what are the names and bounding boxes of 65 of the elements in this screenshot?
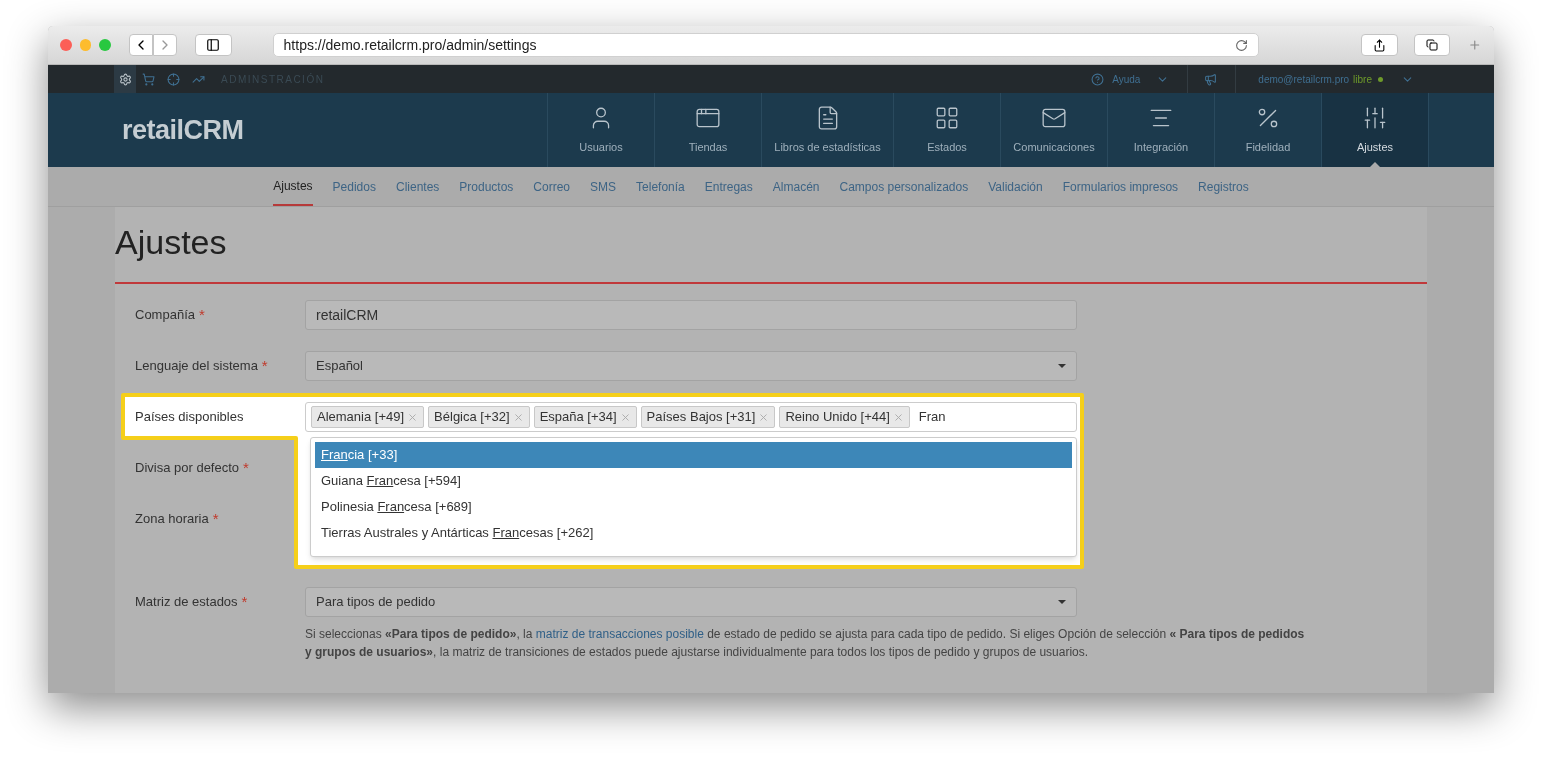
plan-label: libre xyxy=(1353,72,1372,87)
subnav-tab[interactable]: Campos personalizados xyxy=(839,167,969,206)
help-icon[interactable] xyxy=(1091,72,1105,86)
dropdown-option[interactable]: Francia [+33] xyxy=(315,442,1072,468)
logo[interactable]: retailCRM xyxy=(122,109,547,151)
subnav-tab[interactable]: Formularios impresos xyxy=(1062,167,1179,206)
nav-item[interactable]: Ajustes xyxy=(1322,93,1429,167)
country-tag: España [+34] xyxy=(533,406,637,428)
settings-icon[interactable] xyxy=(114,65,136,93)
share-button[interactable] xyxy=(1360,34,1398,56)
subnav-tab[interactable]: Productos xyxy=(459,167,514,206)
cart-icon[interactable] xyxy=(142,72,155,86)
tabs-button[interactable] xyxy=(1413,34,1451,56)
remove-icon[interactable] xyxy=(892,411,904,423)
dropdown-option[interactable]: Guiana Francesa [+594] xyxy=(315,468,1072,494)
remove-icon[interactable] xyxy=(407,411,419,423)
subnav-tab[interactable]: Validación xyxy=(988,167,1043,206)
megaphone-icon[interactable] xyxy=(1204,72,1218,86)
dropdown-option[interactable]: Polinesia Francesa [+689] xyxy=(315,494,1072,520)
new-tab-icon[interactable] xyxy=(1468,38,1482,52)
caret-icon xyxy=(1058,600,1066,604)
field-label: Divisa por defecto xyxy=(135,459,240,478)
forward-button[interactable] xyxy=(152,34,177,56)
required-mark: * xyxy=(261,355,268,376)
select-field[interactable]: Para tipos de pedido xyxy=(305,587,1077,617)
required-mark: * xyxy=(241,591,248,612)
caret-icon xyxy=(1058,364,1066,368)
subnav-tab[interactable]: Entregas xyxy=(704,167,753,206)
country-tag: Alemania [+49] xyxy=(311,406,425,428)
remove-icon[interactable] xyxy=(512,411,524,423)
sidebar-button[interactable] xyxy=(194,34,232,56)
back-button[interactable] xyxy=(128,34,153,56)
crosshair-icon[interactable] xyxy=(167,72,180,86)
country-tag: Países Bajos [+31] xyxy=(640,406,776,428)
company-field[interactable]: retailCRM xyxy=(305,300,1077,330)
country-tag: Reino Unido [+44] xyxy=(779,406,910,428)
field-label: Países disponibles xyxy=(135,408,244,427)
remove-icon[interactable] xyxy=(619,411,631,423)
remove-icon[interactable] xyxy=(758,411,770,423)
subnav-tab[interactable]: Registros xyxy=(1198,167,1249,206)
required-mark: * xyxy=(212,508,219,529)
user-email[interactable]: demo@retailcrm.pro xyxy=(1258,71,1350,87)
subnav-tab[interactable]: Pedidos xyxy=(332,167,376,206)
field-label: Matriz de estados xyxy=(135,593,238,612)
field-label: Compañía xyxy=(135,306,195,325)
search-text: Fran xyxy=(918,408,946,427)
close-window-icon[interactable] xyxy=(60,39,72,51)
tabs-icon xyxy=(1426,39,1439,51)
required-mark: * xyxy=(199,304,205,325)
reload-icon[interactable] xyxy=(1234,38,1248,52)
required-mark: * xyxy=(243,457,249,478)
minimize-window-icon[interactable] xyxy=(79,39,92,51)
sidebar-icon xyxy=(206,38,221,52)
help-text: Si seleccionas «Para tipos de pedido», la matriz de transacciones posible de estado de pedido se ajusta para cada tipo de pedido. Si eliges Opción de selección « Para tipos de pedidos y grupos de usuarios», la matriz de transiciones de estados puede ajustarse individualmente para todos los tipos de pedido y grupos de usuarios. xyxy=(305,626,1305,661)
maximize-window-icon[interactable] xyxy=(99,39,111,51)
dropdown-option[interactable]: Tierras Australes y Antárticas Francesas [+262] xyxy=(315,520,1072,546)
page-title: Ajustes xyxy=(115,207,1427,284)
tags-field[interactable]: Alemania [+49] Bélgica [+32] España [+34] Países Bajos [+31] Reino Unido [+44] Fran xyxy=(305,402,1077,432)
field-label: Zona horaria xyxy=(135,510,209,529)
help-link[interactable]: matriz de transacciones posible xyxy=(535,627,704,641)
field-label: Lenguaje del sistema xyxy=(135,357,258,376)
address-bar[interactable]: https://demo.retailcrm.pro/admin/settings xyxy=(272,33,1259,57)
country-tag: Bélgica [+32] xyxy=(428,406,530,428)
select-field[interactable]: Español xyxy=(305,351,1077,381)
share-icon xyxy=(1372,38,1386,52)
